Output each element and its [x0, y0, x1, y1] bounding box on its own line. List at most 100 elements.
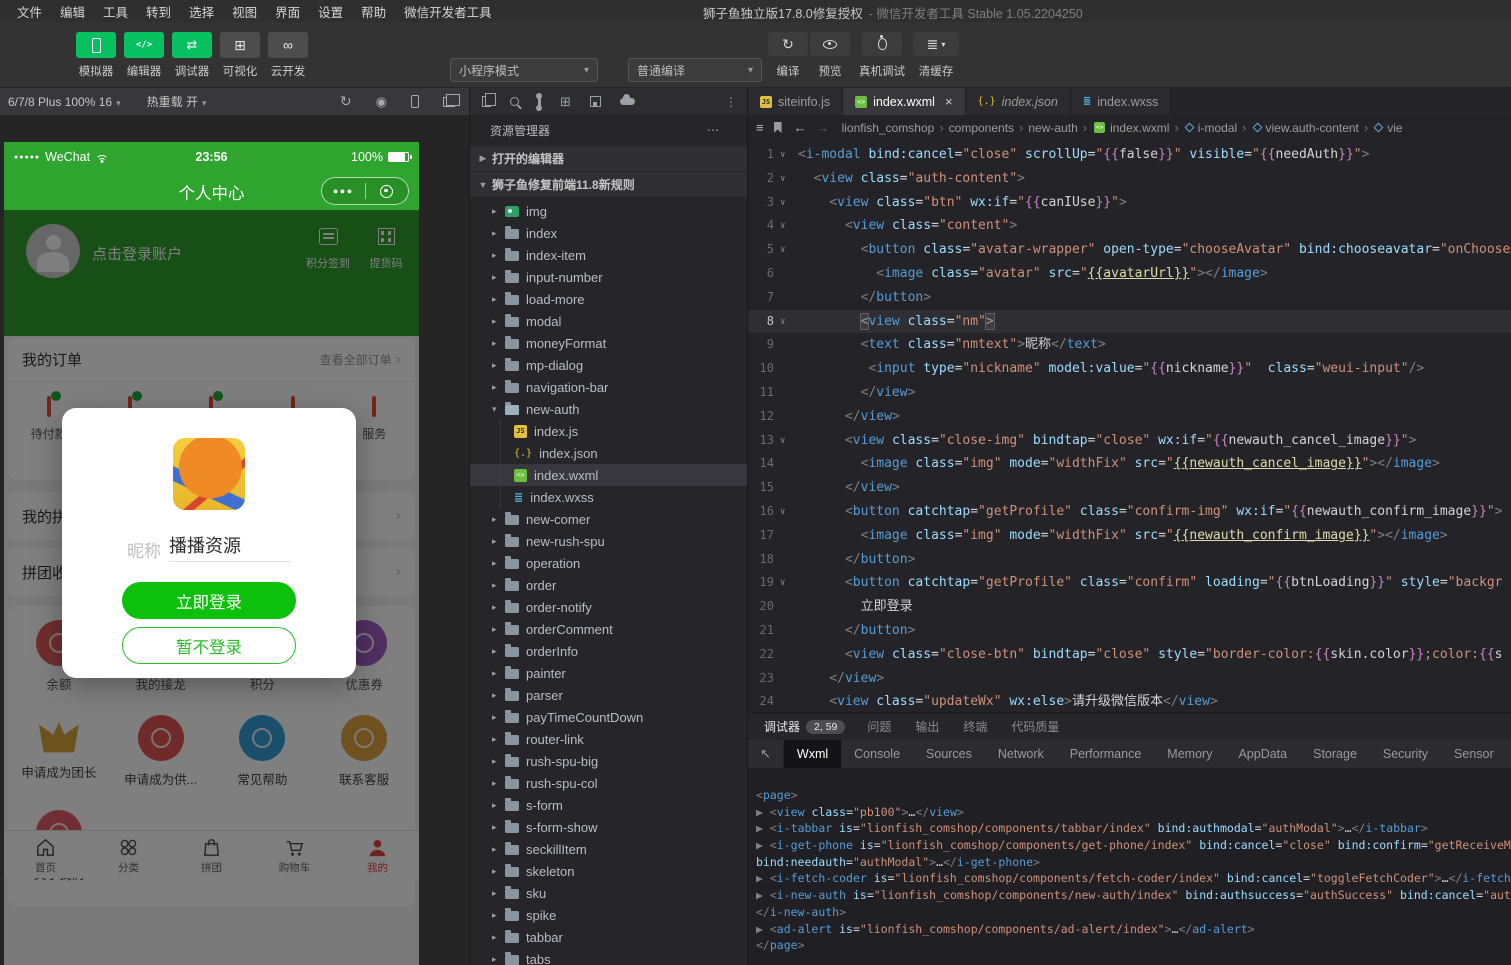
wxml-node[interactable]: </page>	[756, 937, 1511, 954]
wxml-node[interactable]: </i-new-auth>	[756, 904, 1511, 921]
breadcrumb-i-modal[interactable]: i-modal	[1198, 121, 1237, 135]
compile-mode-select[interactable]: 普通编译▾	[628, 58, 762, 82]
devtools-tab-memory[interactable]: Memory	[1154, 740, 1225, 768]
wxml-node[interactable]: ▶ <i-fetch-coder is="lionfish_comshop/co…	[756, 870, 1511, 887]
breadcrumb-index.wxml[interactable]: index.wxml	[1110, 121, 1169, 135]
devtools-tab-storage[interactable]: Storage	[1300, 740, 1370, 768]
capsule-menu[interactable]: ●●●	[321, 177, 409, 205]
tree-item-tabbar[interactable]: ▸tabbar	[470, 926, 747, 948]
tree-item-load-more[interactable]: ▸load-more	[470, 288, 747, 310]
search-icon[interactable]	[510, 97, 519, 106]
code-line-20[interactable]: 20 立即登录	[748, 595, 1511, 619]
bookmark-icon[interactable]	[774, 122, 782, 133]
choose-avatar-button[interactable]	[173, 438, 245, 510]
hot-reload-toggle[interactable]: 热重载 开▾	[147, 93, 207, 110]
menu-工具[interactable]: 工具	[94, 2, 137, 21]
code-line-12[interactable]: 12 </view>	[748, 405, 1511, 429]
tree-item-order[interactable]: ▸order	[470, 574, 747, 596]
tree-item-index.wxss[interactable]: ≣index.wxss	[470, 486, 747, 508]
tab-debugger[interactable]: 调试器 2, 59	[758, 718, 851, 735]
devtools-tab-wxml[interactable]: Wxml	[784, 740, 841, 768]
tree-item-router-link[interactable]: ▸router-link	[470, 728, 747, 750]
devtools-tab-performance[interactable]: Performance	[1057, 740, 1155, 768]
back-icon[interactable]: ←	[794, 120, 807, 135]
tree-item-index.json[interactable]: {.}index.json	[470, 442, 747, 464]
code-line-19[interactable]: 19∨ <button catchtap="getProfile" class=…	[748, 571, 1511, 595]
tree-item-index.wxml[interactable]: <>index.wxml	[470, 464, 747, 486]
code-line-9[interactable]: 9 <text class="nmtext">昵称</text>	[748, 333, 1511, 357]
code-line-22[interactable]: 22 <view class="close-btn" bindtap="clos…	[748, 643, 1511, 667]
code-line-16[interactable]: 16∨ <button catchtap="getProfile" class=…	[748, 500, 1511, 524]
tree-item-painter[interactable]: ▸painter	[470, 662, 747, 684]
wxml-node[interactable]: ▶ <i-new-auth is="lionfish_comshop/compo…	[756, 887, 1511, 904]
code-line-10[interactable]: 10 <input type="nickname" model:value="{…	[748, 357, 1511, 381]
menu-选择[interactable]: 选择	[180, 2, 223, 21]
package-icon[interactable]	[590, 96, 601, 107]
tree-item-spike[interactable]: ▸spike	[470, 904, 747, 926]
code-line-17[interactable]: 17 <image class="img" mode="widthFix" sr…	[748, 524, 1511, 548]
wxml-node[interactable]: bind:needauth="authModal">…</i-get-phone…	[756, 854, 1511, 871]
debug-tab-代码质量[interactable]: 代码质量	[999, 718, 1071, 735]
breadcrumb-vie[interactable]: vie	[1387, 121, 1402, 135]
debugger-toggle-button[interactable]: ⇄ 调试器	[168, 32, 216, 79]
menu-编辑[interactable]: 编辑	[51, 2, 94, 21]
more-icon[interactable]: ⋮	[725, 95, 737, 109]
refresh-icon[interactable]: ↻	[340, 93, 352, 110]
tree-item-new-rush-spu[interactable]: ▸new-rush-spu	[470, 530, 747, 552]
code-line-11[interactable]: 11 </view>	[748, 381, 1511, 405]
breadcrumb-new-auth[interactable]: new-auth	[1028, 121, 1077, 135]
cloud-icon[interactable]	[620, 98, 635, 105]
devtools-tab-security[interactable]: Security	[1370, 740, 1441, 768]
wxml-node[interactable]: ▶ <i-tabbar is="lionfish_comshop/compone…	[756, 820, 1511, 837]
tree-item-index-item[interactable]: ▸index-item	[470, 244, 747, 266]
ellipsis-icon[interactable]: ⋯	[707, 123, 719, 137]
wxml-node[interactable]: ▶ <view class="pb100">…</view>	[756, 804, 1511, 821]
tree-item-index.js[interactable]: JSindex.js	[470, 420, 747, 442]
code-line-6[interactable]: 6 <image class="avatar" src="{{avatarUrl…	[748, 262, 1511, 286]
clear-cache-button[interactable]: ≣▾ 清缓存	[912, 32, 960, 79]
tab-siteinfo-js[interactable]: JS siteinfo.js	[748, 88, 843, 115]
menu-设置[interactable]: 设置	[309, 2, 352, 21]
menu-视图[interactable]: 视图	[223, 2, 266, 21]
code-line-2[interactable]: 2∨ <view class="auth-content">	[748, 167, 1511, 191]
tree-item-orderInfo[interactable]: ▸orderInfo	[470, 640, 747, 662]
code-line-15[interactable]: 15 </view>	[748, 476, 1511, 500]
tree-item-tabs[interactable]: ▸tabs	[470, 948, 747, 965]
tree-item-s-form-show[interactable]: ▸s-form-show	[470, 816, 747, 838]
menu-文件[interactable]: 文件	[8, 2, 51, 21]
tree-item-payTimeCountDown[interactable]: ▸payTimeCountDown	[470, 706, 747, 728]
cloud-dev-button[interactable]: ∞ 云开发	[264, 32, 312, 79]
forward-icon[interactable]: →	[817, 120, 830, 135]
login-button[interactable]: 立即登录	[122, 582, 296, 619]
code-line-5[interactable]: 5∨ <button class="avatar-wrapper" open-t…	[748, 238, 1511, 262]
tree-item-input-number[interactable]: ▸input-number	[470, 266, 747, 288]
tab-index-wxss[interactable]: ≣ index.wxss	[1071, 88, 1172, 115]
wxml-node[interactable]: ▶ <i-get-phone is="lionfish_comshop/comp…	[756, 837, 1511, 854]
tab-index-wxml[interactable]: <> index.wxml ×	[843, 88, 965, 115]
record-icon[interactable]: ◉	[376, 94, 387, 110]
more-icon[interactable]: ●●●	[322, 186, 365, 196]
debug-tab-终端[interactable]: 终端	[951, 718, 999, 735]
tree-item-index[interactable]: ▸index	[470, 222, 747, 244]
wxml-node[interactable]: <page>	[756, 787, 1511, 804]
editor-toggle-button[interactable]: </> 编辑器	[120, 32, 168, 79]
skip-login-button[interactable]: 暂不登录	[122, 627, 296, 664]
tree-item-img[interactable]: ▸img	[470, 200, 747, 222]
device-frame-icon[interactable]	[411, 95, 419, 108]
tree-item-rush-spu-col[interactable]: ▸rush-spu-col	[470, 772, 747, 794]
code-line-1[interactable]: 1∨<i-modal bind:cancel="close" scrollUp=…	[748, 143, 1511, 167]
tree-item-mp-dialog[interactable]: ▸mp-dialog	[470, 354, 747, 376]
tree-item-parser[interactable]: ▸parser	[470, 684, 747, 706]
mode-select[interactable]: 小程序模式▾	[450, 58, 598, 82]
menu-微信开发者工具[interactable]: 微信开发者工具	[395, 2, 501, 21]
close-icon[interactable]: ×	[945, 94, 953, 109]
tree-item-skeleton[interactable]: ▸skeleton	[470, 860, 747, 882]
tree-item-orderComment[interactable]: ▸orderComment	[470, 618, 747, 640]
device-debug-button[interactable]: 真机调试	[858, 32, 906, 79]
menu-界面[interactable]: 界面	[266, 2, 309, 21]
compile-button[interactable]: ↻ 编译	[768, 32, 808, 79]
code-line-21[interactable]: 21 </button>	[748, 619, 1511, 643]
wxml-node[interactable]: ▶ <ad-alert is="lionfish_comshop/compone…	[756, 921, 1511, 938]
pages-icon[interactable]	[482, 96, 491, 107]
nickname-input[interactable]: 播播资源	[169, 532, 291, 562]
